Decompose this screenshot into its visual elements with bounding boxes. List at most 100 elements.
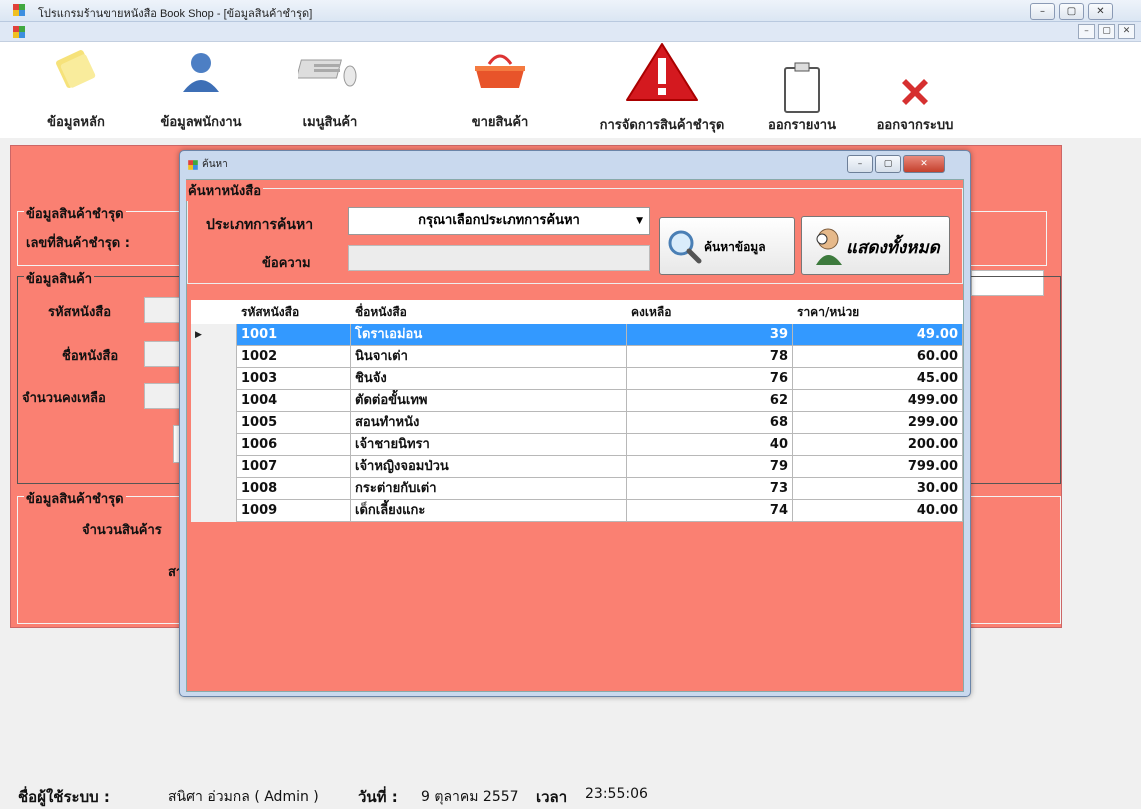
row-header[interactable] bbox=[191, 478, 237, 500]
message-input[interactable] bbox=[348, 245, 650, 271]
show-all-button-label: แสดงทั้งหมด bbox=[846, 238, 940, 258]
toolbar-product-menu-button[interactable]: เมนูสินค้า bbox=[280, 42, 380, 138]
row-header[interactable] bbox=[191, 456, 237, 478]
table-cell: ชินจัง bbox=[351, 368, 627, 390]
table-cell: 74 bbox=[627, 500, 793, 522]
user-label: ชื่อผู้ใช้ระบบ : bbox=[18, 788, 110, 806]
col-header-book-id[interactable]: รหัสหนังสือ bbox=[241, 300, 351, 324]
table-cell: 62 bbox=[627, 390, 793, 412]
table-cell: 79 bbox=[627, 456, 793, 478]
table-cell: 78 bbox=[627, 346, 793, 368]
table-row[interactable]: 1002 นินจาเต่า 78 60.00 bbox=[191, 346, 963, 368]
minimize-button[interactable]: – bbox=[1030, 3, 1055, 20]
toolbar-report-button[interactable]: ออกรายงาน bbox=[752, 42, 852, 138]
table-cell: 299.00 bbox=[793, 412, 963, 434]
mdi-restore-button[interactable]: ▢ bbox=[1098, 24, 1115, 39]
show-all-button[interactable]: แสดงทั้งหมด bbox=[801, 216, 950, 275]
book-name-field[interactable] bbox=[144, 341, 184, 367]
mdi-close-button[interactable]: ✕ bbox=[1118, 24, 1135, 39]
toolbar-logout-button[interactable]: ออกจากระบบ bbox=[865, 42, 965, 138]
group-title: ข้อมูลสินค้า bbox=[24, 268, 95, 289]
col-header-book-name[interactable]: ชื่อหนังสือ bbox=[355, 300, 625, 324]
search-type-value: กรุณาเลือกประเภทการค้นหา bbox=[418, 213, 580, 228]
table-cell: 1006 bbox=[237, 434, 351, 456]
books-datagrid[interactable]: รหัสหนังสือ ชื่อหนังสือ คงเหลือ ราคา/หน่… bbox=[191, 300, 967, 570]
row-header[interactable] bbox=[191, 346, 237, 368]
table-row[interactable]: 1003 ชินจัง 76 45.00 bbox=[191, 368, 963, 390]
dialog-maximize-button[interactable]: ▢ bbox=[875, 155, 901, 173]
dialog-icon bbox=[188, 160, 198, 170]
time-label: เวลา bbox=[536, 788, 568, 806]
search-type-label: ประเภทการค้นหา bbox=[206, 217, 314, 233]
user-icon bbox=[183, 53, 219, 92]
table-cell: นินจาเต่า bbox=[351, 346, 627, 368]
table-row[interactable]: 1005 สอนทำหนัง 68 299.00 bbox=[191, 412, 963, 434]
time-value: 23:55:06 bbox=[585, 786, 648, 802]
magnifier-icon bbox=[668, 230, 702, 264]
remaining-field[interactable] bbox=[144, 383, 184, 409]
search-button[interactable]: ค้นหาข้อมูล bbox=[659, 217, 795, 275]
table-cell: กระต่ายกับเต่า bbox=[351, 478, 627, 500]
row-header[interactable]: ▶ bbox=[191, 324, 237, 346]
table-cell: เด็กเลี้ยงแกะ bbox=[351, 500, 627, 522]
table-cell: ตัดต่อขั้นเทพ bbox=[351, 390, 627, 412]
search-type-select[interactable]: กรุณาเลือกประเภทการค้นหา ▼ bbox=[348, 207, 650, 235]
col-header-remaining[interactable]: คงเหลือ bbox=[631, 300, 791, 324]
search-button-label: ค้นหาข้อมูล bbox=[704, 240, 766, 254]
table-cell: 1001 bbox=[237, 324, 351, 346]
table-cell: 30.00 bbox=[793, 478, 963, 500]
table-cell: 49.00 bbox=[793, 324, 963, 346]
table-row[interactable]: 1004 ตัดต่อขั้นเทพ 62 499.00 bbox=[191, 390, 963, 412]
table-row[interactable]: 1007 เจ้าหญิงจอมป่วน 79 799.00 bbox=[191, 456, 963, 478]
table-row[interactable]: 1009 เด็กเลี้ยงแกะ 74 40.00 bbox=[191, 500, 963, 522]
warning-icon bbox=[626, 43, 698, 101]
table-cell: เจ้าชายนิทรา bbox=[351, 434, 627, 456]
window-titlebar: โปรแกรมร้านขายหนังสือ Book Shop - [ข้อมู… bbox=[0, 0, 1141, 22]
table-row[interactable]: 1008 กระต่ายกับเต่า 73 30.00 bbox=[191, 478, 963, 500]
table-cell: 1002 bbox=[237, 346, 351, 368]
table-row[interactable]: ▶ 1001 โดราเอม่อน 39 49.00 bbox=[191, 324, 963, 346]
message-label: ข้อความ bbox=[262, 256, 311, 271]
damaged-id-label: เลขที่สินค้าชำรุด : bbox=[26, 236, 130, 251]
row-header[interactable] bbox=[191, 368, 237, 390]
book-id-field[interactable] bbox=[144, 297, 184, 323]
table-cell: 1009 bbox=[237, 500, 351, 522]
table-cell: 68 bbox=[627, 412, 793, 434]
toolbar-sell-button[interactable]: ขายสินค้า bbox=[455, 42, 545, 138]
qty-label: จำนวนสินค้าร bbox=[82, 523, 162, 538]
mdi-minimize-button[interactable]: – bbox=[1078, 24, 1095, 39]
remaining-label: จำนวนคงเหลือ bbox=[22, 391, 106, 406]
col-header-price[interactable]: ราคา/หน่วย bbox=[797, 300, 957, 324]
toolbar-damaged-button[interactable]: การจัดการสินค้าชำรุด bbox=[582, 42, 742, 138]
table-cell: 39 bbox=[627, 324, 793, 346]
clipboard-icon bbox=[784, 62, 820, 113]
toolbar-label: ขายสินค้า bbox=[471, 115, 529, 130]
close-button[interactable]: ✕ bbox=[1088, 3, 1113, 20]
window-title: โปรแกรมร้านขายหนังสือ Book Shop - [ข้อมู… bbox=[38, 8, 313, 20]
toolbar-main-data-button[interactable]: ข้อมูลหลัก bbox=[28, 42, 124, 138]
table-cell: 76 bbox=[627, 368, 793, 390]
group-title: ค้นหาหนังสือ bbox=[186, 180, 263, 201]
row-header[interactable] bbox=[191, 390, 237, 412]
table-cell: 1003 bbox=[237, 368, 351, 390]
keyboard-icon bbox=[298, 59, 357, 87]
dialog-minimize-button[interactable]: – bbox=[847, 155, 873, 173]
dialog-body: ค้นหาหนังสือ ประเภทการค้นหา กรุณาเลือกปร… bbox=[186, 179, 964, 692]
row-header[interactable] bbox=[191, 500, 237, 522]
dialog-close-button[interactable]: ✕ bbox=[903, 155, 945, 173]
note-icon bbox=[56, 50, 96, 88]
table-cell: 73 bbox=[627, 478, 793, 500]
search-group: ค้นหาหนังสือ ประเภทการค้นหา กรุณาเลือกปร… bbox=[186, 180, 963, 284]
maximize-button[interactable]: ▢ bbox=[1059, 3, 1084, 20]
table-row[interactable]: 1006 เจ้าชายนิทรา 40 200.00 bbox=[191, 434, 963, 456]
table-cell: สอนทำหนัง bbox=[351, 412, 627, 434]
table-cell: 1004 bbox=[237, 390, 351, 412]
row-header[interactable] bbox=[191, 434, 237, 456]
table-cell: 40 bbox=[627, 434, 793, 456]
table-cell: โดราเอม่อน bbox=[351, 324, 627, 346]
book-id-label: รหัสหนังสือ bbox=[48, 305, 112, 320]
table-cell: เจ้าหญิงจอมป่วน bbox=[351, 456, 627, 478]
row-header[interactable] bbox=[191, 412, 237, 434]
toolbar-employee-button[interactable]: ข้อมูลพนักงาน bbox=[142, 42, 260, 138]
table-cell: 60.00 bbox=[793, 346, 963, 368]
